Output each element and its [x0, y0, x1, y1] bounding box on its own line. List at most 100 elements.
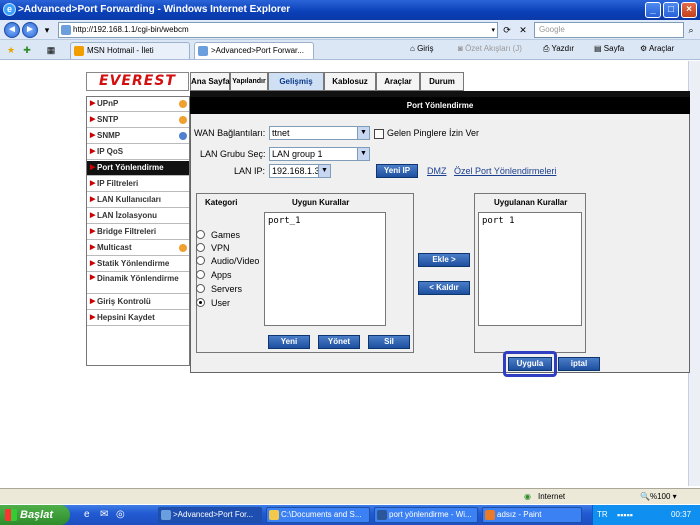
- media-quicklaunch-icon[interactable]: ◎: [116, 509, 125, 520]
- language-indicator[interactable]: TR: [597, 505, 608, 525]
- address-bar[interactable]: http://192.168.1.1/cgi-bin/webcm ▾: [58, 22, 498, 38]
- list-item[interactable]: port_1: [268, 216, 382, 226]
- refresh-icon[interactable]: ⟳: [500, 24, 514, 36]
- applied-rules-list[interactable]: port 1: [478, 212, 582, 326]
- task-explorer[interactable]: C:\Documents and S...: [266, 507, 370, 523]
- sidemenu-item-lan-users[interactable]: ▶ LAN Kullanıcıları: [87, 193, 189, 208]
- custom-port-forwarding-link[interactable]: Özel Port Yönlendirmeleri: [454, 166, 556, 176]
- nav-durum[interactable]: Durum: [420, 72, 464, 91]
- list-item[interactable]: port 1: [482, 216, 578, 226]
- minimize-button[interactable]: _: [645, 2, 661, 18]
- tab-hotmail[interactable]: MSN Hotmail - İleti: [70, 42, 190, 59]
- category-vpn-label: VPN: [211, 243, 230, 253]
- search-icon[interactable]: ⌕: [684, 24, 698, 36]
- sidemenu-item-snmp[interactable]: ▶ SNMP: [87, 129, 189, 144]
- zone-label: Internet: [538, 492, 566, 501]
- panel-title: Port Yönlendirme: [190, 97, 690, 114]
- delete-rule-button[interactable]: Sil: [368, 335, 410, 349]
- radio-servers[interactable]: [196, 284, 205, 293]
- sidemenu-item-upnp[interactable]: ▶ UPnP: [87, 97, 189, 112]
- clock: 00:37: [671, 510, 692, 519]
- tray-icons[interactable]: ▪▪▪▪▪: [617, 505, 633, 525]
- new-ip-button[interactable]: Yeni IP: [376, 164, 418, 178]
- back-icon[interactable]: ◄: [4, 22, 20, 38]
- sidemenu-item-dynamic-routing[interactable]: ▶ Dinamik Yönlendirme: [87, 273, 189, 294]
- radio-apps[interactable]: [196, 270, 205, 279]
- task-ie-port-forwarding[interactable]: >Advanced>Port For...: [158, 507, 262, 523]
- sidemenu-item-port-forwarding[interactable]: ▶ Port Yönlendirme: [87, 161, 189, 176]
- radio-games[interactable]: [196, 230, 205, 239]
- sidemenu-item-ip-filters[interactable]: ▶ IP Filtreleri: [87, 177, 189, 192]
- tools-menu-button[interactable]: ⚙ Araçlar: [640, 44, 674, 53]
- maximize-button[interactable]: □: [663, 2, 679, 18]
- nav-kablosuz[interactable]: Kablosuz: [324, 72, 376, 91]
- sidemenu-item-static-routing[interactable]: ▶ Statik Yönlendirme: [87, 257, 189, 272]
- close-button[interactable]: ×: [681, 2, 697, 18]
- task-word[interactable]: port yönlendirme - Wi...: [374, 507, 478, 523]
- home-button[interactable]: ⌂ Giriş: [410, 44, 434, 53]
- search-input[interactable]: Google: [534, 22, 684, 38]
- nav-gelismis[interactable]: Gelişmiş: [268, 72, 324, 91]
- sidemenu-item-save-all[interactable]: ▶ Hepsini Kaydet: [87, 311, 189, 326]
- sidemenu-item-bridge-filters[interactable]: ▶ Bridge Filtreleri: [87, 225, 189, 240]
- lan-ip-label: LAN IP:: [234, 166, 266, 176]
- window-title: >Advanced>Port Forwarding - Windows Inte…: [18, 4, 291, 15]
- radio-audio-video[interactable]: [196, 256, 205, 265]
- chevron-down-icon: ▼: [318, 165, 330, 177]
- lan-group-select[interactable]: LAN group 1 ▼: [269, 147, 370, 161]
- ie-page-icon: [198, 46, 208, 56]
- sidemenu-item-multicast[interactable]: ▶ Multicast: [87, 241, 189, 256]
- dmz-link[interactable]: DMZ: [427, 166, 447, 176]
- available-rules-list[interactable]: port_1: [264, 212, 386, 326]
- lan-group-label: LAN Grubu Seç:: [200, 149, 266, 159]
- start-button[interactable]: Başlat: [0, 505, 70, 525]
- address-dropdown-icon[interactable]: ▾: [491, 24, 495, 38]
- available-rules-header: Uygun Kurallar: [292, 198, 350, 207]
- quick-tabs-icon[interactable]: ▦: [44, 44, 58, 56]
- allow-ping-label: Gelen Pinglere İzin Ver: [387, 128, 480, 138]
- nav-ana-sayfa[interactable]: Ana Sayfa: [190, 72, 230, 91]
- side-menu: ▶ UPnP ▶ SNTP ▶ SNMP ▶ IP QoS ▶ Port Yönlendi…: [86, 96, 190, 366]
- address-row: ◄ ► ▾ http://192.168.1.1/cgi-bin/webcm ▾…: [0, 20, 700, 40]
- new-rule-button[interactable]: Yeni: [268, 335, 310, 349]
- lan-ip-select[interactable]: 192.168.1.3 ▼: [269, 164, 331, 178]
- allow-ping-checkbox[interactable]: [374, 129, 384, 139]
- wan-select[interactable]: ttnet ▼: [269, 126, 370, 140]
- outlook-quicklaunch-icon[interactable]: ✉: [100, 509, 108, 520]
- sidemenu-item-sntp[interactable]: ▶ SNTP: [87, 113, 189, 128]
- stop-icon[interactable]: ✕: [516, 24, 530, 36]
- add-favorite-icon[interactable]: ✚: [20, 44, 34, 56]
- system-tray: TR ▪▪▪▪▪ 00:37: [592, 505, 700, 525]
- globe-icon: ◉: [524, 492, 531, 501]
- remove-rule-button[interactable]: < Kaldır: [418, 281, 470, 295]
- msn-icon: [74, 46, 84, 56]
- feeds-button[interactable]: ◙ Özet Akışları (J): [458, 44, 522, 53]
- radio-vpn[interactable]: [196, 243, 205, 252]
- apply-button[interactable]: Uygula: [508, 357, 552, 371]
- nav-yapilandir[interactable]: Yapılandır: [230, 72, 268, 91]
- category-audio-video-label: Audio/Video: [211, 256, 260, 266]
- favorites-star-icon[interactable]: ★: [4, 44, 18, 56]
- print-button[interactable]: ⎙ Yazdır: [543, 44, 574, 54]
- ie-quicklaunch-icon[interactable]: e: [84, 509, 90, 520]
- wan-label: WAN Bağlantıları:: [194, 128, 266, 138]
- sidemenu-item-lan-isolation[interactable]: ▶ LAN İzolasyonu: [87, 209, 189, 224]
- page-icon: [61, 25, 71, 35]
- nav-araclar[interactable]: Araçlar: [376, 72, 420, 91]
- page-menu-button[interactable]: ▤ Sayfa: [594, 44, 624, 53]
- add-rule-button[interactable]: Ekle >: [418, 253, 470, 267]
- zoom-label[interactable]: 🔍%100 ▾: [640, 492, 677, 501]
- ie-logo-icon: e: [3, 3, 16, 16]
- sidemenu-item-ip-qos[interactable]: ▶ IP QoS: [87, 145, 189, 160]
- title-bar: e >Advanced>Port Forwarding - Windows In…: [0, 0, 700, 20]
- category-apps-label: Apps: [211, 270, 232, 280]
- radio-user[interactable]: [196, 298, 205, 307]
- history-dropdown-icon[interactable]: ▾: [40, 24, 54, 36]
- sidemenu-item-login-control[interactable]: ▶ Giriş Kontrolü: [87, 295, 189, 310]
- cancel-button[interactable]: iptal: [558, 357, 600, 371]
- forward-icon[interactable]: ►: [22, 22, 38, 38]
- manage-rule-button[interactable]: Yönet: [318, 335, 360, 349]
- tab-port-forwarding[interactable]: >Advanced>Port Forwar...: [194, 42, 314, 59]
- chevron-down-icon: ▼: [357, 148, 369, 160]
- task-paint[interactable]: adsız - Paint: [482, 507, 582, 523]
